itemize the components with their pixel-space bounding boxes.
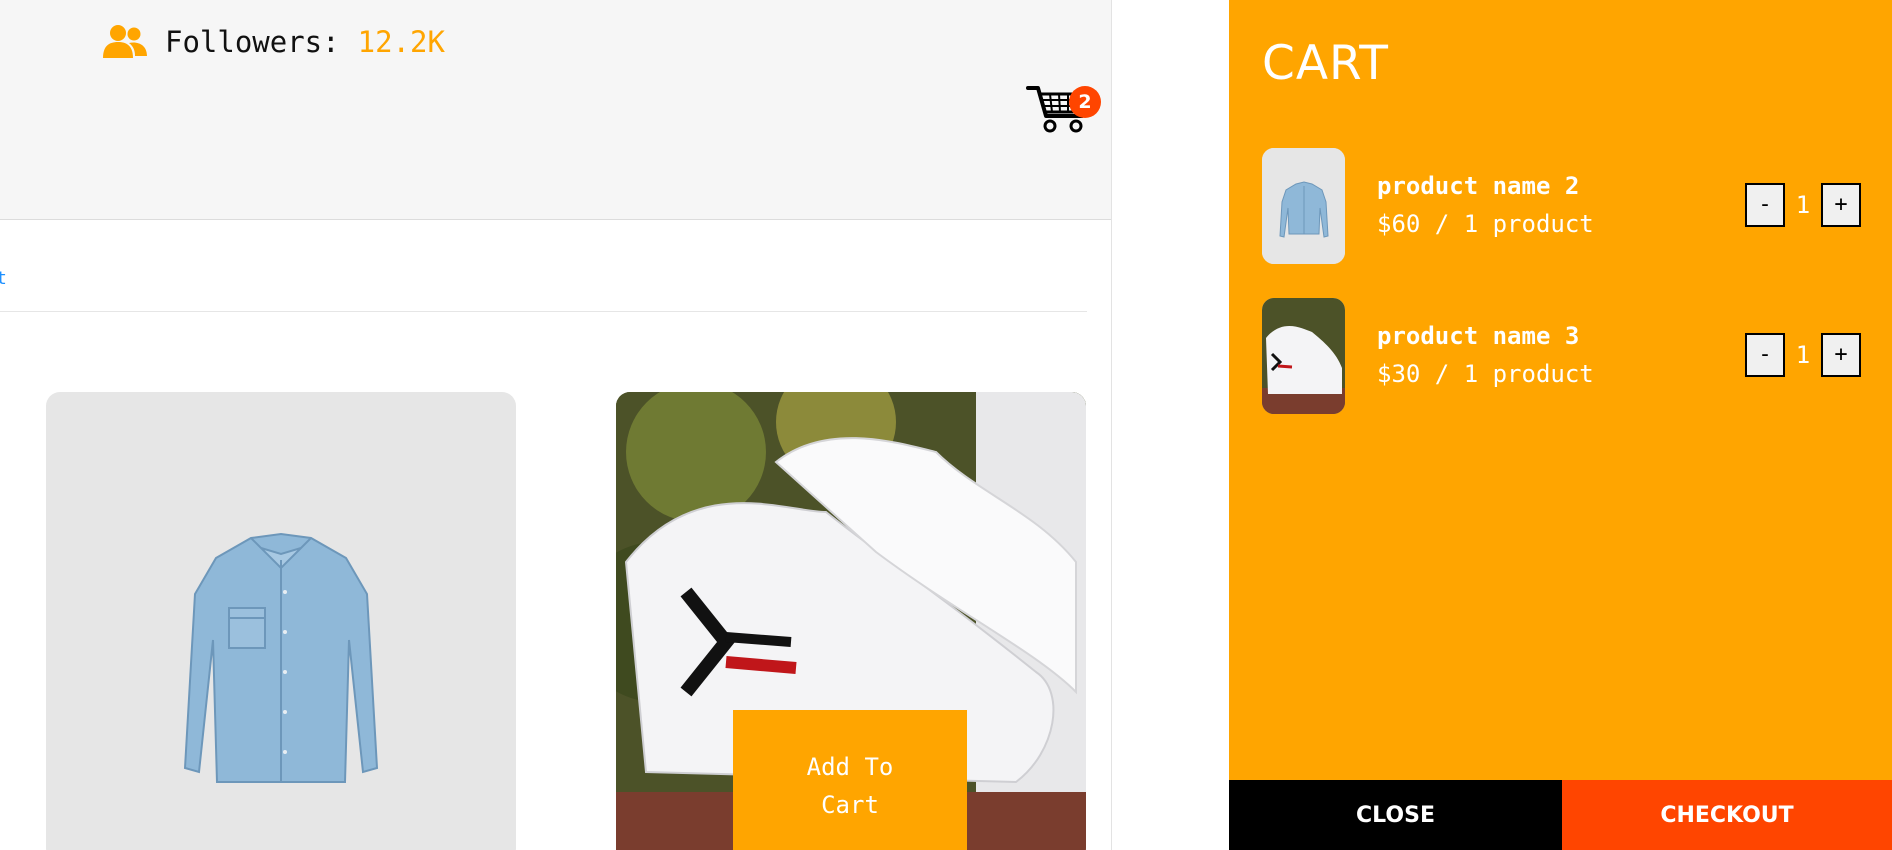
cart-item-name: product name 3 — [1377, 322, 1580, 350]
cart-drawer: CART product name 2 $60 / 1 product - 1 … — [1229, 0, 1892, 850]
product-card[interactable] — [46, 392, 516, 850]
denim-shirt-image — [183, 532, 379, 783]
cart-title: CART — [1262, 36, 1389, 91]
cart-item: product name 2 $60 / 1 product - 1 + — [1262, 148, 1862, 264]
white-sneakers-thumbnail-image — [1262, 298, 1345, 414]
decrement-button[interactable]: - — [1745, 183, 1785, 227]
quantity-value: 1 — [1795, 191, 1811, 219]
cart-item-thumbnail — [1262, 298, 1345, 414]
increment-button[interactable]: + — [1821, 333, 1861, 377]
checkout-button[interactable]: CHECKOUT — [1562, 780, 1892, 850]
denim-shirt-thumbnail-image — [1262, 148, 1345, 264]
increment-button[interactable]: + — [1821, 183, 1861, 227]
followers-label: Followers: — [165, 25, 340, 59]
followers-stat: Followers: 12.2K — [103, 22, 445, 62]
close-button[interactable]: CLOSE — [1229, 780, 1562, 850]
cart-item-price: $60 / 1 product — [1377, 210, 1594, 238]
quantity-value: 1 — [1795, 341, 1811, 369]
quantity-stepper: - 1 + — [1745, 182, 1861, 228]
page-divider — [1111, 0, 1112, 850]
cart-item-name: product name 2 — [1377, 172, 1580, 200]
tab-divider — [0, 311, 1087, 312]
add-to-cart-button[interactable]: Add To Cart — [733, 710, 967, 850]
cart-count-badge: 2 — [1069, 86, 1101, 118]
users-icon — [103, 25, 147, 58]
decrement-button[interactable]: - — [1745, 333, 1785, 377]
shop-page: Followers: 12.2K 2 t Add To Cart — [0, 0, 1230, 850]
cart-item-thumbnail — [1262, 148, 1345, 264]
profile-header: Followers: 12.2K — [0, 0, 1111, 220]
cart-footer: CLOSE CHECKOUT — [1229, 780, 1892, 850]
cart-item-price: $30 / 1 product — [1377, 360, 1594, 388]
product-card[interactable]: Add To Cart — [616, 392, 1086, 850]
quantity-stepper: - 1 + — [1745, 332, 1861, 378]
followers-count: 12.2K — [357, 25, 445, 59]
tab-link[interactable]: t — [0, 270, 6, 288]
cart-item: product name 3 $30 / 1 product - 1 + — [1262, 298, 1862, 414]
